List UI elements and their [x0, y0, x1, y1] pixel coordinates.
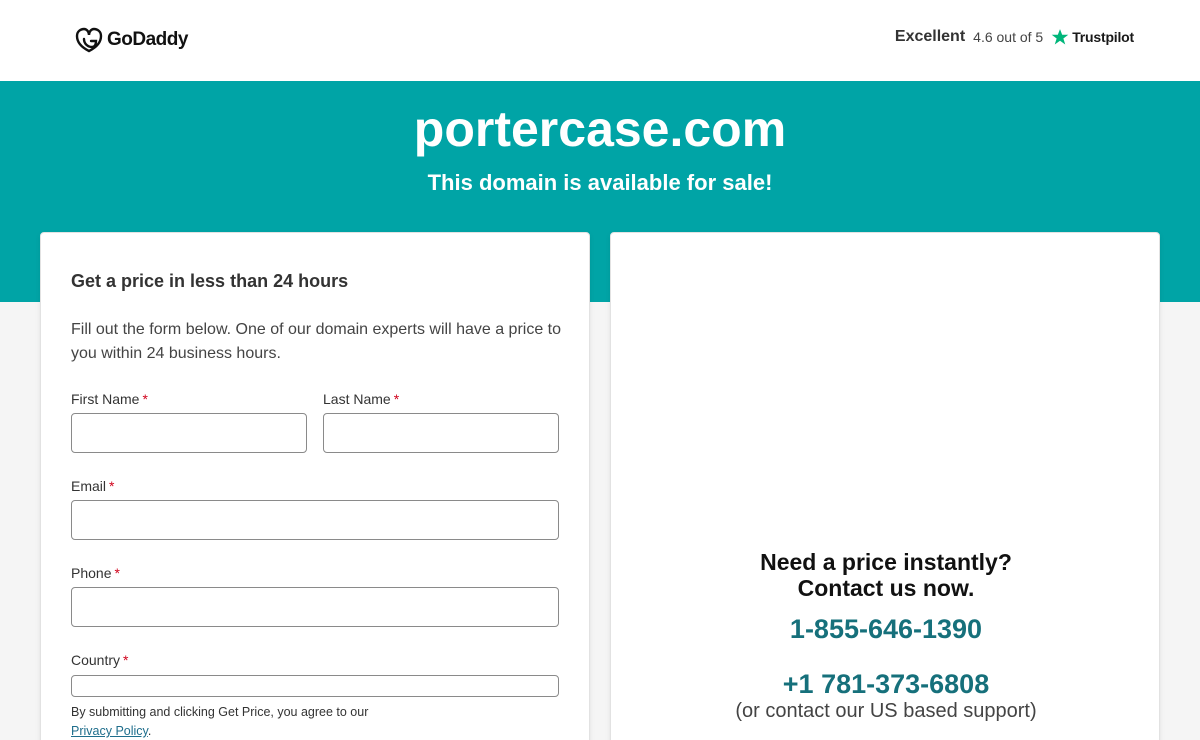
contact-heading: Need a price instantly? Contact us now. — [611, 549, 1161, 601]
support-note: (or contact our US based support) — [735, 700, 1037, 722]
email-input[interactable] — [71, 500, 559, 540]
rating-word: Excellent — [894, 28, 966, 45]
required-mark: * — [142, 391, 148, 407]
secondary-phone-link[interactable]: +1 781-373-6808 — [611, 669, 1161, 700]
primary-phone-link[interactable]: 1-855-646-1390 — [611, 614, 1161, 645]
contact-heading-line2: Contact us now. — [797, 575, 975, 601]
form-title: Get a price in less than 24 hours — [71, 271, 349, 291]
form-description: Fill out the form below. One of our doma… — [71, 321, 562, 362]
required-mark: * — [393, 391, 400, 407]
required-mark: * — [123, 652, 129, 668]
domain-name: portercase.com — [413, 101, 787, 157]
privacy-policy-link[interactable]: Privacy Policy — [71, 724, 148, 738]
legal-end: . — [147, 724, 152, 738]
rating-score: 4.6 out of 5 — [973, 29, 1044, 45]
trustpilot-label: Trustpilot — [1072, 29, 1134, 45]
first-name-label: First Name * — [71, 391, 148, 407]
country-label: Country * — [71, 652, 128, 668]
last-name-label-text: Last Name — [323, 391, 391, 407]
star-icon — [1051, 29, 1069, 45]
email-label-text: Email — [71, 478, 107, 494]
contact-panel: Need a price instantly? Contact us now. … — [610, 232, 1160, 740]
last-name-input[interactable] — [323, 413, 559, 453]
sale-tagline: This domain is available for sale! — [427, 170, 773, 195]
first-name-label-text: First Name — [71, 391, 140, 407]
godaddy-logo-icon — [75, 27, 103, 53]
country-label-text: Country — [71, 652, 121, 668]
required-mark: * — [109, 478, 115, 494]
last-name-label: Last Name * — [323, 391, 399, 407]
legal-notice: By submitting and clicking Get Price, yo… — [71, 703, 561, 740]
phone-input[interactable] — [71, 587, 559, 627]
trustpilot-logo: Trustpilot — [1051, 28, 1134, 46]
first-name-input[interactable] — [71, 413, 307, 453]
godaddy-logo[interactable]: GoDaddy — [75, 27, 188, 53]
brand-name: GoDaddy — [107, 29, 188, 50]
country-select[interactable] — [71, 675, 559, 697]
required-mark: * — [114, 565, 120, 581]
phone-label-text: Phone — [71, 565, 112, 581]
contact-heading-line1: Need a price instantly? — [760, 549, 1012, 575]
phone-label: Phone * — [71, 565, 120, 581]
price-request-form: Get a price in less than 24 hours Fill o… — [40, 232, 590, 740]
top-bar: GoDaddy Excellent 4.6 out of 5 Trustpilo… — [0, 0, 1200, 81]
email-label: Email * — [71, 478, 114, 494]
trustpilot-rating[interactable]: Excellent 4.6 out of 5 Trustpilot — [895, 28, 1134, 46]
legal-text: By submitting and clicking Get Price, yo… — [71, 705, 369, 719]
